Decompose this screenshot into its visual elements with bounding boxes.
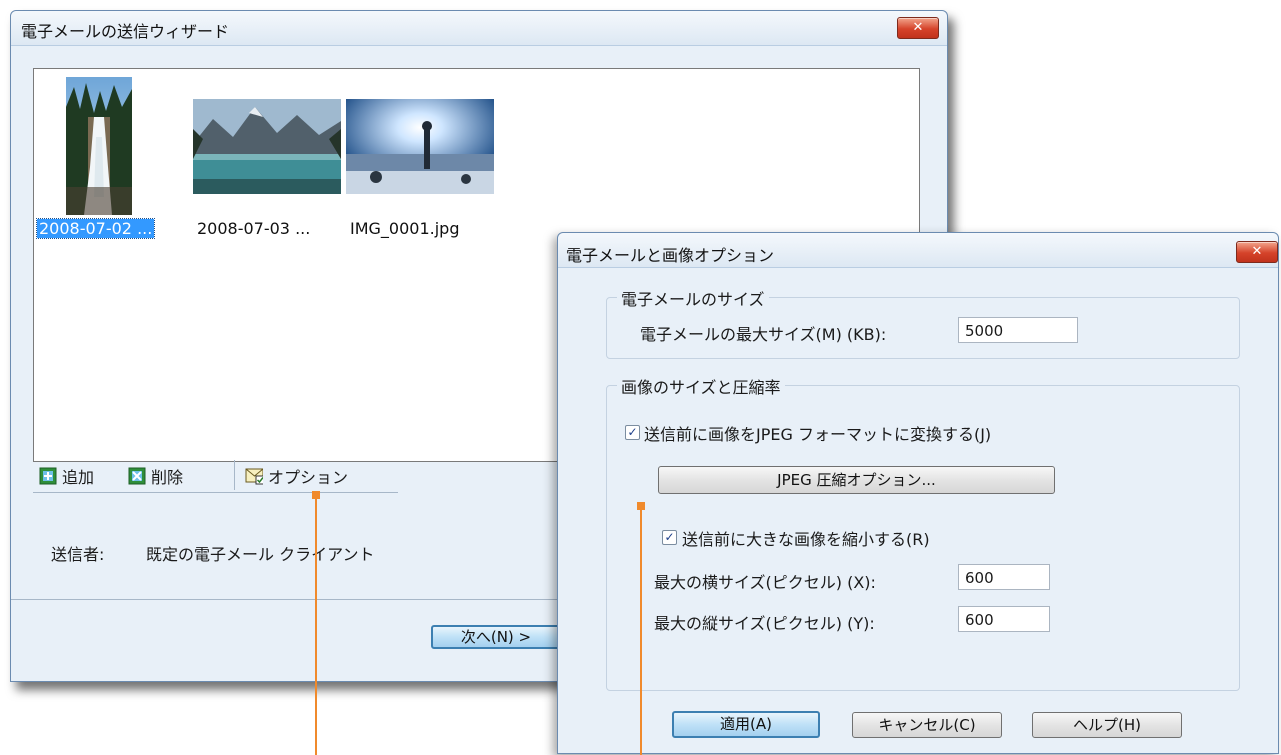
next-button[interactable]: 次へ(N) > xyxy=(431,625,561,649)
convert-jpeg-label: 送信前に画像をJPEG フォーマットに変換する(J) xyxy=(644,425,992,444)
callout-line-jpeg xyxy=(640,506,642,755)
thumbnail-label-2[interactable]: 2008-07-03 ... xyxy=(197,219,310,238)
convert-jpeg-checkbox[interactable]: ✓ xyxy=(625,425,640,440)
email-size-group-title: 電子メールのサイズ xyxy=(617,286,769,310)
callout-marker-options xyxy=(312,491,320,499)
shrink-images-checkbox[interactable]: ✓ xyxy=(662,530,677,545)
email-image-options-dialog: 電子メールと画像オプション ✕ 電子メールのサイズ 電子メールの最大サイズ(M)… xyxy=(557,232,1279,754)
max-width-label: 最大の横サイズ(ピクセル) (X): xyxy=(654,573,876,592)
thumbnail-lake[interactable] xyxy=(193,99,341,194)
options-title: 電子メールと画像オプション xyxy=(566,246,775,265)
mail-options-icon xyxy=(245,468,263,485)
apply-button[interactable]: 適用(A) xyxy=(672,711,820,738)
max-email-size-label: 電子メールの最大サイズ(M) (KB): xyxy=(640,325,887,344)
add-label: 追加 xyxy=(62,468,95,487)
max-email-size-field[interactable]: 5000 xyxy=(958,317,1078,343)
options-label: オプション xyxy=(268,468,349,487)
thumbnail-label-3[interactable]: IMG_0001.jpg xyxy=(350,219,459,238)
toolbar-underline xyxy=(33,492,398,493)
max-width-field[interactable]: 600 xyxy=(958,564,1050,590)
cancel-button[interactable]: キャンセル(C) xyxy=(852,712,1002,738)
thumbnail-waterfall[interactable] xyxy=(66,77,132,215)
add-image-icon xyxy=(39,467,57,485)
max-height-label: 最大の縦サイズ(ピクセル) (Y): xyxy=(654,614,875,633)
add-button[interactable]: 追加 xyxy=(39,462,94,490)
help-button[interactable]: ヘルプ(H) xyxy=(1032,712,1182,738)
delete-button[interactable]: 削除 xyxy=(128,462,183,490)
options-titlebar: 電子メールと画像オプション ✕ xyxy=(558,233,1278,268)
wizard-close-button[interactable]: ✕ xyxy=(897,17,939,39)
image-group-title: 画像のサイズと圧縮率 xyxy=(617,374,785,398)
wizard-title: 電子メールの送信ウィザード xyxy=(21,22,230,41)
delete-label: 削除 xyxy=(151,468,184,487)
thumbnail-label-1[interactable]: 2008-07-02 ... xyxy=(35,218,156,239)
options-button[interactable]: オプション xyxy=(245,462,348,490)
wizard-titlebar: 電子メールの送信ウィザード ✕ xyxy=(11,11,947,46)
delete-image-icon xyxy=(128,467,146,485)
sender-label: 送信者: xyxy=(51,545,105,564)
callout-line-options xyxy=(315,495,317,755)
max-height-field[interactable]: 600 xyxy=(958,606,1050,632)
shrink-images-label: 送信前に大きな画像を縮小する(R) xyxy=(682,530,930,549)
jpeg-compression-options-button[interactable]: JPEG 圧縮オプション... xyxy=(658,466,1055,494)
callout-marker-jpeg xyxy=(637,502,645,510)
options-close-button[interactable]: ✕ xyxy=(1236,241,1278,263)
thumbnail-snow-sunlight[interactable] xyxy=(346,99,494,194)
toolbar-separator xyxy=(234,460,235,490)
sender-value: 既定の電子メール クライアント xyxy=(146,545,375,564)
